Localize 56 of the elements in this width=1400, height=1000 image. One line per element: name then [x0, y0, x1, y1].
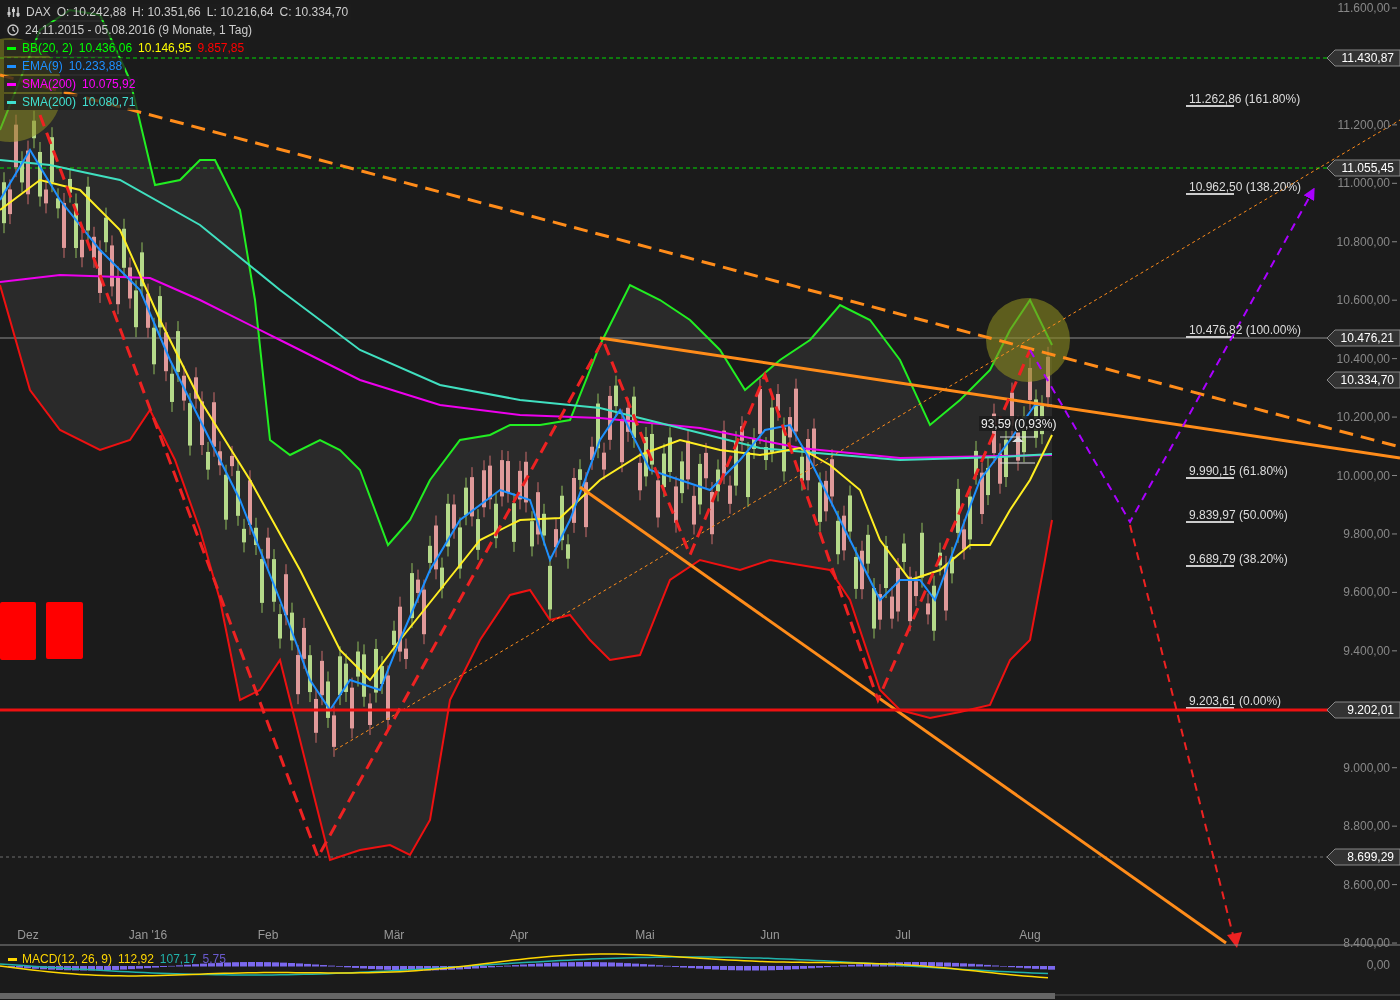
axis-label: 0,00	[1366, 958, 1390, 972]
axis-label: 10.800,00	[1336, 234, 1390, 249]
indicator-name: SMA(200)	[22, 77, 77, 91]
axis-label: Jun	[760, 928, 780, 942]
indicator-name: SMA(200)	[22, 95, 77, 109]
axis-label: Mär	[383, 928, 405, 942]
axis-label: 9.800,00	[1343, 526, 1390, 541]
indicator-value: 10.080,71	[82, 95, 136, 109]
ohlc-value: C: 10.334,70	[279, 5, 349, 19]
fibonacci-label: 10.476,82 (100.00%)	[1189, 323, 1302, 337]
indicator-value: 10.075,92	[82, 77, 136, 91]
symbol-label: DAX	[26, 5, 51, 19]
axis-label: 10.600,00	[1336, 293, 1390, 308]
axis-label: 11.600,00	[1337, 1, 1390, 15]
axis-label: 10.200,00	[1336, 410, 1390, 425]
price-tag: 10.476,21	[1326, 329, 1400, 347]
fibonacci-label: 9.689,79 (38.20%)	[1189, 552, 1288, 566]
fibonacci-label: 11.262,86 (161.80%)	[1189, 92, 1301, 106]
price-tag: 11.055,45	[1326, 159, 1400, 177]
ohlc-value: H: 10.351,66	[132, 5, 201, 19]
axis-label: Mai	[635, 928, 655, 942]
axis-label: 9.600,00	[1343, 585, 1390, 600]
fibonacci-label: 9.990,15 (61.80%)	[1189, 464, 1288, 478]
indicator-name: EMA(9)	[22, 59, 63, 73]
indicator-value: 10.436,06	[78, 41, 133, 55]
ohlc-value: L: 10.216,64	[206, 5, 274, 19]
measure-label: 93,59 (0,93%)	[981, 417, 1057, 431]
ohlc-value: O: 10.242,88	[56, 5, 127, 19]
price-tag: 11.430,87	[1326, 49, 1400, 67]
axis-label: Jul	[895, 928, 911, 942]
fibonacci-label: 9.839,97 (50.00%)	[1189, 508, 1288, 522]
price-tag: 10.334,70	[1326, 371, 1400, 389]
axis-label: 9.400,00	[1343, 643, 1390, 658]
axis-label: 8.400,00	[1343, 936, 1390, 951]
indicator-value: 10.233,88	[68, 59, 123, 73]
axis-label: Feb	[257, 928, 279, 942]
price-tag: 8.699,29	[1326, 848, 1400, 866]
axis-label: 8.800,00	[1343, 819, 1390, 834]
fibonacci-label: 10.962,50 (138.20%)	[1189, 180, 1302, 194]
axis-label: 8.600,00	[1343, 877, 1390, 892]
axis-label: Apr	[509, 928, 529, 942]
axis-label: 9.000,00	[1343, 760, 1390, 775]
macd-legend: MACD(12, 26, 9) 112,92 107,17 5,75	[22, 952, 226, 966]
axis-label: 10.000,00	[1336, 468, 1390, 483]
fibonacci-label: 9.203,61 (0.00%)	[1189, 694, 1282, 708]
date-range: 24.11.2015 - 05.08.2016 (9 Monate, 1 Tag)	[25, 23, 253, 37]
indicator-value: 9.857,85	[197, 41, 245, 55]
indicator-name: BB(20, 2)	[22, 41, 73, 55]
axis-label: 10.400,00	[1336, 351, 1390, 366]
axis-label: Dez	[17, 928, 39, 942]
axis-label: Aug	[1019, 928, 1041, 942]
price-tag: 9.202,01	[1326, 701, 1400, 719]
axis-label: 11.200,00	[1337, 117, 1390, 132]
axis-label: Jan '16	[128, 928, 168, 942]
indicator-value: 10.146,95	[138, 41, 192, 55]
axis-label: 11.000,00	[1337, 176, 1390, 191]
